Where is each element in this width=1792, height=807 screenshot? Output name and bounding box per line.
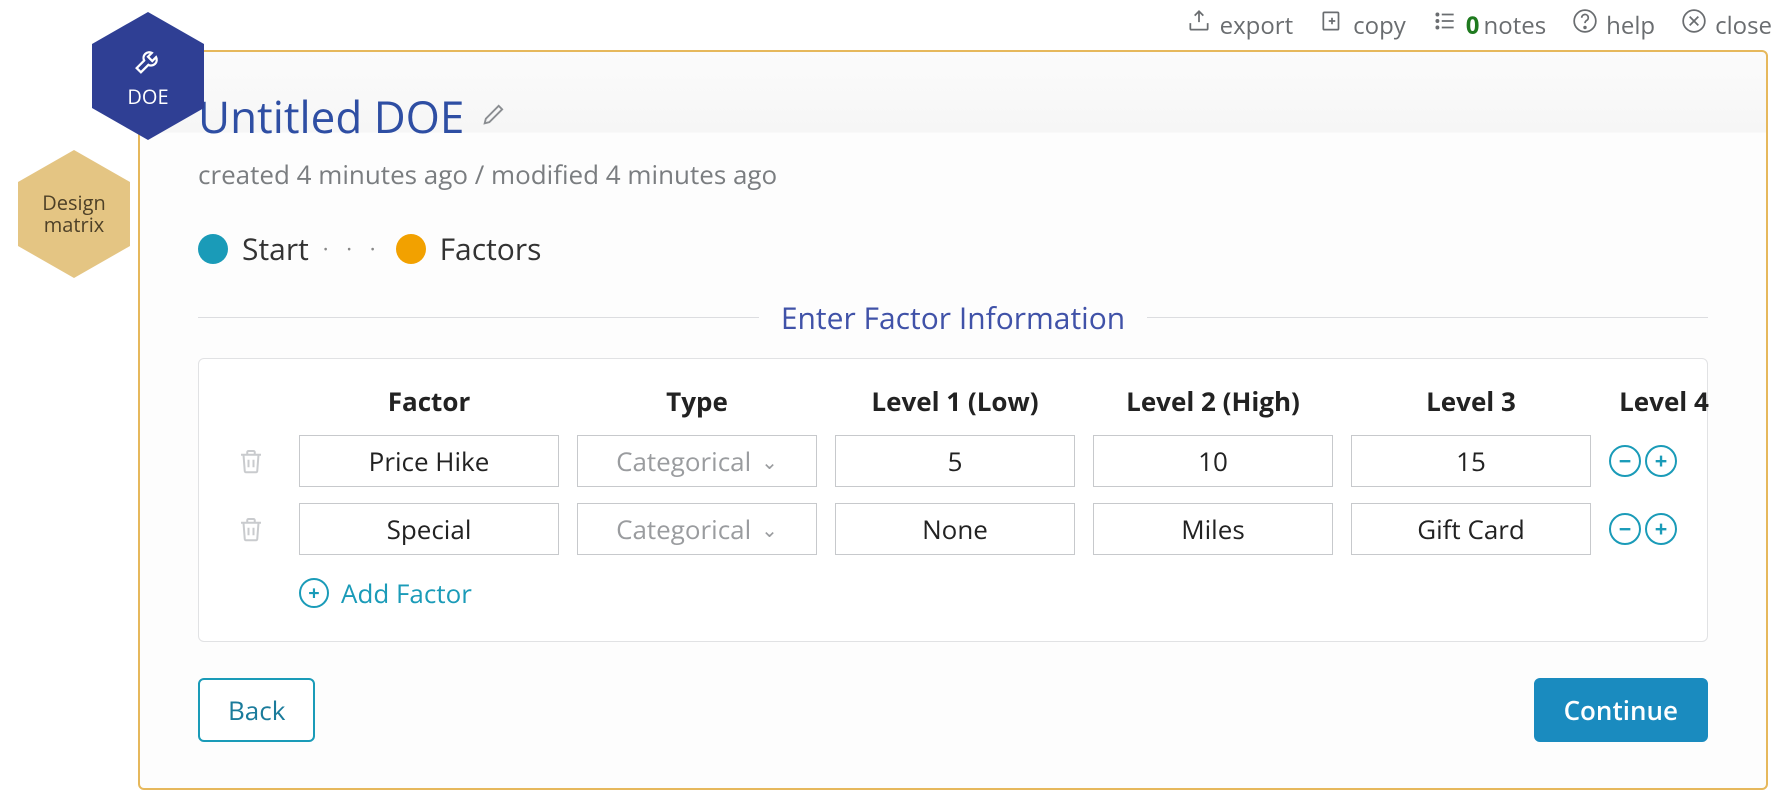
chevron-down-icon: ⌄ <box>761 448 778 475</box>
add-level-button[interactable]: + <box>1645 513 1677 545</box>
close-button[interactable]: close <box>1681 8 1772 42</box>
help-icon <box>1572 8 1598 42</box>
level1-input[interactable] <box>835 435 1075 487</box>
export-label: export <box>1220 9 1294 42</box>
crumb-dot-start[interactable] <box>198 234 228 264</box>
plus-icon: + <box>1655 518 1668 540</box>
breadcrumb: Start · · · Factors <box>198 228 1708 269</box>
col-factor: Factor <box>299 383 559 419</box>
divider <box>198 317 759 318</box>
col-level1: Level 1 (Low) <box>835 383 1075 419</box>
factor-name-input[interactable] <box>299 435 559 487</box>
edit-title-button[interactable] <box>480 100 508 133</box>
copy-icon <box>1319 8 1345 42</box>
pencil-icon <box>480 100 508 128</box>
design-matrix-label: Design matrix <box>18 192 130 236</box>
remove-level-button[interactable]: − <box>1609 513 1641 545</box>
help-label: help <box>1606 9 1655 42</box>
factor-type-value: Categorical <box>616 511 751 547</box>
main-panel: Untitled DOE created 4 minutes ago / mod… <box>138 50 1768 790</box>
export-button[interactable]: export <box>1186 8 1294 42</box>
plus-icon: + <box>299 578 329 608</box>
top-toolbar: export copy 0 notes help close <box>1186 8 1772 42</box>
section-title: Enter Factor Information <box>781 297 1125 338</box>
crumb-start-label[interactable]: Start <box>242 228 309 269</box>
design-matrix-hex-badge[interactable]: Design matrix <box>18 150 130 278</box>
close-label: close <box>1715 9 1772 42</box>
delete-row-button[interactable] <box>221 446 281 476</box>
col-level3: Level 3 <box>1351 383 1591 419</box>
page-title: Untitled DOE <box>198 86 464 146</box>
minus-icon: − <box>1619 450 1632 472</box>
plus-icon: + <box>1655 450 1668 472</box>
add-level-button[interactable]: + <box>1645 445 1677 477</box>
level1-input[interactable] <box>835 503 1075 555</box>
continue-button[interactable]: Continue <box>1534 678 1708 742</box>
col-level4: Level 4 <box>1609 383 1719 419</box>
crumb-factors-label[interactable]: Factors <box>440 228 542 269</box>
col-type: Type <box>577 383 817 419</box>
level2-input[interactable] <box>1093 435 1333 487</box>
delete-row-button[interactable] <box>221 514 281 544</box>
factor-type-value: Categorical <box>616 443 751 479</box>
crumb-separator: · · · <box>323 234 382 264</box>
copy-label: copy <box>1353 9 1406 42</box>
help-button[interactable]: help <box>1572 8 1655 42</box>
factor-type-select[interactable]: Categorical ⌄ <box>577 503 817 555</box>
factor-name-input[interactable] <box>299 503 559 555</box>
level3-input[interactable] <box>1351 503 1591 555</box>
close-icon <box>1681 8 1707 42</box>
level2-input[interactable] <box>1093 503 1333 555</box>
factor-type-select[interactable]: Categorical ⌄ <box>577 435 817 487</box>
remove-level-button[interactable]: − <box>1609 445 1641 477</box>
divider <box>1147 317 1708 318</box>
wrench-icon <box>131 44 165 86</box>
col-level2: Level 2 (High) <box>1093 383 1333 419</box>
chevron-down-icon: ⌄ <box>761 516 778 543</box>
copy-button[interactable]: copy <box>1319 8 1406 42</box>
trash-icon <box>236 446 266 476</box>
crumb-dot-factors[interactable] <box>396 234 426 264</box>
export-icon <box>1186 8 1212 42</box>
notes-button[interactable]: 0 notes <box>1432 8 1546 42</box>
factor-card: Factor Type Level 1 (Low) Level 2 (High)… <box>198 358 1708 642</box>
notes-count: 0 <box>1466 9 1480 42</box>
notes-label: notes <box>1484 9 1547 42</box>
timestamp-meta: created 4 minutes ago / modified 4 minut… <box>198 156 1708 192</box>
level3-input[interactable] <box>1351 435 1591 487</box>
minus-icon: − <box>1619 518 1632 540</box>
back-button[interactable]: Back <box>198 678 315 742</box>
doe-hex-label: DOE <box>127 86 168 108</box>
trash-icon <box>236 514 266 544</box>
add-factor-label: Add Factor <box>341 575 472 611</box>
notes-icon <box>1432 8 1458 42</box>
add-factor-button[interactable]: + Add Factor <box>299 575 472 611</box>
